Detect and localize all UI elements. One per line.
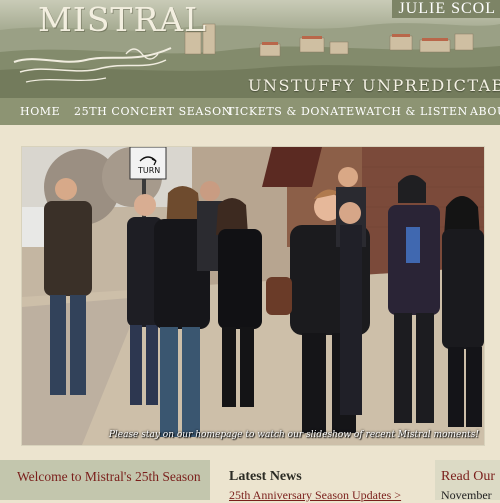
- news-link-anniversary-updates[interactable]: 25th Anniversary Season Updates >: [229, 488, 401, 503]
- site-tagline: UNSTUFFY UNPREDICTABL: [248, 76, 500, 95]
- read-our-panel: Read Our November: [435, 460, 500, 500]
- bottom-columns: Welcome to Mistral's 25th Season Latest …: [0, 460, 500, 503]
- nav-item-concert-season[interactable]: 25TH CONCERT SEASON: [74, 98, 232, 125]
- header-banner: MISTRAL JULIE SCOL UNSTUFFY UNPREDICTABL: [0, 0, 500, 98]
- homepage-slideshow[interactable]: TURN Please stay on our homepage to watc…: [21, 146, 485, 446]
- slideshow-caption: Please stay on our homepage to watch our…: [108, 430, 479, 440]
- newsletter-link[interactable]: November: [441, 488, 492, 500]
- turn-sign-text: TURN: [137, 166, 160, 175]
- welcome-panel: Welcome to Mistral's 25th Season: [0, 460, 210, 500]
- nav-item-tickets-donate[interactable]: TICKETS & DONATE: [227, 98, 355, 125]
- nav-item-watch-listen[interactable]: WATCH & LISTEN: [355, 98, 468, 125]
- nav-item-home[interactable]: HOME: [20, 98, 60, 125]
- read-our-heading: Read Our: [441, 469, 496, 484]
- site-logo[interactable]: MISTRAL: [38, 0, 207, 39]
- main-navigation: HOME 25TH CONCERT SEASON TICKETS & DONAT…: [0, 98, 500, 125]
- slideshow-photo: TURN: [22, 147, 484, 445]
- nav-item-about[interactable]: ABOU: [470, 98, 500, 125]
- latest-news-heading: Latest News: [229, 469, 302, 484]
- artistic-director-name: JULIE SCOL: [392, 0, 500, 18]
- welcome-heading[interactable]: Welcome to Mistral's 25th Season: [17, 470, 202, 484]
